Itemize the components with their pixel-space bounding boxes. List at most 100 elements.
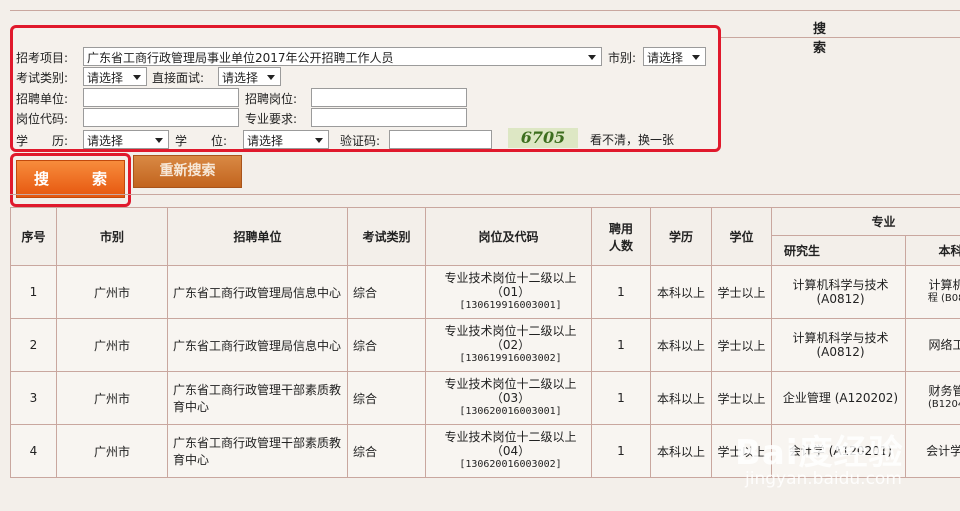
cell-major-bachelor: 计算机科 程 (B0809 xyxy=(904,265,960,319)
cell-city: 广州市 xyxy=(56,265,168,319)
cell-exam-type: 综合 xyxy=(347,318,426,372)
header-major: 专业 xyxy=(770,207,960,236)
chevron-down-icon xyxy=(315,138,323,143)
post-title: 专业技术岗位十二级以上 xyxy=(444,271,577,285)
cell-unit: 广东省工商行政管理干部素质教育中心 xyxy=(167,371,348,425)
header-post: 岗位及代码 xyxy=(425,207,592,266)
cell-education: 本科以上 xyxy=(650,424,712,478)
header-city: 市别 xyxy=(56,207,168,266)
chevron-down-icon xyxy=(692,55,700,60)
cell-major-bachelor: 会计学 (B xyxy=(904,424,960,478)
post-code: [130620016003001] xyxy=(459,406,562,417)
post-code-label: 岗位代码: xyxy=(16,112,69,126)
post-title: 专业技术岗位十二级以上 xyxy=(444,324,577,338)
cell-major-grad: 计算机科学与技术 (A0812) xyxy=(771,265,906,319)
degree-label: 学 位: xyxy=(175,134,228,148)
post-code-input[interactable] xyxy=(83,108,239,127)
cell-degree: 学士以上 xyxy=(711,265,772,319)
post-number: （02） xyxy=(490,338,531,352)
cell-count: 1 xyxy=(591,265,651,319)
captcha-input[interactable] xyxy=(389,130,492,149)
degree-select[interactable]: 请选择 xyxy=(243,130,329,149)
exam-type-select[interactable]: 请选择 xyxy=(83,67,147,86)
grad-major: 计算机科学与技术 xyxy=(792,331,889,345)
unit-input[interactable] xyxy=(83,88,239,107)
post-code: [130619916003002] xyxy=(459,353,562,364)
table-row: 2 广州市 广东省工商行政管理局信息中心 综合 专业技术岗位十二级以上 （02）… xyxy=(10,318,960,372)
cell-post: 专业技术岗位十二级以上 （01） [130619916003001] xyxy=(425,265,592,319)
post-label: 招聘岗位: xyxy=(245,92,298,106)
cell-major-bachelor: 网络工程 xyxy=(904,318,960,372)
table-row: 3 广州市 广东省工商行政管理干部素质教育中心 综合 专业技术岗位十二级以上 （… xyxy=(10,371,960,425)
header-seq: 序号 xyxy=(10,207,57,266)
header-exam-type: 考试类别 xyxy=(347,207,426,266)
header-education: 学历 xyxy=(650,207,712,266)
cell-count: 1 xyxy=(591,371,651,425)
captcha-refresh-link[interactable]: 看不清，换一张 xyxy=(590,131,674,148)
cell-exam-type: 综合 xyxy=(347,265,426,319)
cell-unit: 广东省工商行政管理干部素质教育中心 xyxy=(167,424,348,478)
cell-degree: 学士以上 xyxy=(711,424,772,478)
exam-type-select-value: 请选择 xyxy=(87,71,124,85)
reset-search-button[interactable]: 重新搜索 xyxy=(133,155,242,188)
post-number: （01） xyxy=(490,285,531,299)
cell-unit: 广东省工商行政管理局信息中心 xyxy=(167,318,348,372)
degree-select-value: 请选择 xyxy=(247,134,284,148)
cell-seq: 3 xyxy=(10,371,57,425)
project-label: 招考项目: xyxy=(16,51,69,65)
captcha-image[interactable]: 6705 xyxy=(508,128,578,148)
cell-city: 广州市 xyxy=(56,371,168,425)
post-code: [130620016003002] xyxy=(459,459,562,470)
post-input[interactable] xyxy=(311,88,467,107)
header-major-grad: 研究生 xyxy=(771,235,906,266)
major-req-label: 专业要求: xyxy=(245,112,298,126)
header-major-bachelor: 本科 xyxy=(904,235,960,266)
cell-seq: 2 xyxy=(10,318,57,372)
cell-exam-type: 综合 xyxy=(347,424,426,478)
cell-education: 本科以上 xyxy=(650,318,712,372)
cell-major-grad: 计算机科学与技术 (A0812) xyxy=(771,318,906,372)
post-number: （03） xyxy=(490,391,531,405)
city-select-value: 请选择 xyxy=(647,51,684,65)
cell-seq: 1 xyxy=(10,265,57,319)
post-title: 专业技术岗位十二级以上 xyxy=(444,430,577,444)
city-select[interactable]: 请选择 xyxy=(643,47,706,66)
post-number: （04） xyxy=(490,444,531,458)
bach-code: 程 (B0809 xyxy=(927,293,960,304)
chevron-down-icon xyxy=(155,138,163,143)
cell-education: 本科以上 xyxy=(650,265,712,319)
bach-major: 财务管理 xyxy=(928,384,960,398)
table-row: 1 广州市 广东省工商行政管理局信息中心 综合 专业技术岗位十二级以上 （01）… xyxy=(10,265,960,319)
cell-count: 1 xyxy=(591,424,651,478)
grad-major: 会计学 (A120201) xyxy=(788,444,893,458)
captcha-label: 验证码: xyxy=(340,134,381,148)
cell-exam-type: 综合 xyxy=(347,371,426,425)
cell-city: 广州市 xyxy=(56,424,168,478)
bach-major: 会计学 (B xyxy=(926,444,960,458)
header-degree: 学位 xyxy=(711,207,772,266)
grad-code: (A0812) xyxy=(816,345,865,359)
table-row: 4 广州市 广东省工商行政管理干部素质教育中心 综合 专业技术岗位十二级以上 （… xyxy=(10,424,960,478)
city-label: 市别: xyxy=(608,51,637,65)
project-select[interactable]: 广东省工商行政管理局事业单位2017年公开招聘工作人员 xyxy=(83,47,602,66)
header-search-title: 搜 索 xyxy=(813,22,925,56)
header-count: 聘用人数 xyxy=(591,207,651,266)
cell-major-grad: 企业管理 (A120202) xyxy=(771,371,906,425)
cell-count: 1 xyxy=(591,318,651,372)
exam-type-label: 考试类别: xyxy=(16,71,69,85)
direct-interview-select[interactable]: 请选择 xyxy=(218,67,281,86)
project-select-value: 广东省工商行政管理局事业单位2017年公开招聘工作人员 xyxy=(87,51,394,65)
major-req-input[interactable] xyxy=(311,108,467,127)
cell-unit: 广东省工商行政管理局信息中心 xyxy=(167,265,348,319)
cell-city: 广州市 xyxy=(56,318,168,372)
chevron-down-icon xyxy=(133,75,141,80)
results-table: 序号 市别 招聘单位 考试类别 岗位及代码 聘用人数 学历 学位 专业 研究生 … xyxy=(10,207,960,478)
post-title: 专业技术岗位十二级以上 xyxy=(444,377,577,391)
cell-post: 专业技术岗位十二级以上 （02） [130619916003002] xyxy=(425,318,592,372)
cell-major-bachelor: 财务管理 (B120403 xyxy=(904,371,960,425)
cell-degree: 学士以上 xyxy=(711,371,772,425)
search-button[interactable]: 搜 索 xyxy=(16,160,125,198)
cell-post: 专业技术岗位十二级以上 （04） [130620016003002] xyxy=(425,424,592,478)
grad-major: 计算机科学与技术 xyxy=(792,278,889,292)
education-select[interactable]: 请选择 xyxy=(83,130,169,149)
